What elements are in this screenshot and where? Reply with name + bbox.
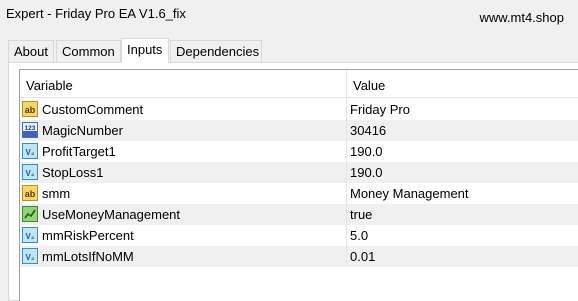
title-bar: Expert - Friday Pro EA V1.6_fix www.mt4.… bbox=[0, 0, 578, 34]
variable-cell[interactable]: 123 MagicNumber bbox=[20, 120, 347, 141]
table-row[interactable]: 123 MagicNumber 30416 bbox=[20, 120, 578, 141]
table-row[interactable]: V₂ StopLoss1 190.0 bbox=[20, 162, 578, 183]
tab-inputs[interactable]: Inputs bbox=[121, 38, 169, 63]
value-cell[interactable]: 0.01 bbox=[347, 246, 578, 267]
column-header-variable[interactable]: Variable bbox=[20, 70, 347, 98]
svg-text:123: 123 bbox=[25, 125, 36, 132]
table-row[interactable]: ab CustomComment Friday Pro bbox=[20, 99, 578, 120]
variable-name: mmLotsIfNoMM bbox=[42, 249, 134, 264]
variable-name: CustomComment bbox=[42, 102, 144, 117]
variable-name: mmRiskPercent bbox=[42, 228, 134, 243]
svg-text:ab: ab bbox=[25, 189, 36, 199]
value-cell[interactable]: 5.0 bbox=[347, 225, 578, 246]
variable-cell[interactable]: ab smm bbox=[20, 183, 347, 204]
tab-strip: About Common Inputs Dependencies bbox=[0, 38, 578, 63]
window-title: Expert - Friday Pro EA V1.6_fix bbox=[6, 6, 186, 21]
table-row[interactable]: V₂ mmRiskPercent 5.0 bbox=[20, 225, 578, 246]
value-cell[interactable]: 30416 bbox=[347, 120, 578, 141]
value-cell[interactable]: Money Management bbox=[347, 183, 578, 204]
inputs-grid: Variable Value ab CustomComment Friday Pro… bbox=[19, 69, 578, 301]
integer-icon: 123 bbox=[22, 122, 38, 138]
double-icon: V₂ bbox=[22, 248, 38, 264]
variable-cell[interactable]: V₂ mmRiskPercent bbox=[20, 225, 347, 246]
variable-name: ProfitTarget1 bbox=[42, 144, 116, 159]
inputs-panel: Variable Value ab CustomComment Friday Pro… bbox=[8, 62, 578, 301]
variable-cell[interactable]: ab CustomComment bbox=[20, 99, 347, 120]
value-cell[interactable]: Friday Pro bbox=[347, 99, 578, 120]
watermark-text: www.mt4.shop bbox=[479, 10, 564, 25]
value-cell[interactable]: 190.0 bbox=[347, 162, 578, 183]
column-header-value[interactable]: Value bbox=[347, 70, 578, 98]
grid-header: Variable Value bbox=[20, 70, 578, 98]
variable-name: MagicNumber bbox=[42, 123, 123, 138]
variable-name: UseMoneyManagement bbox=[42, 207, 181, 222]
variable-cell[interactable]: V₂ StopLoss1 bbox=[20, 162, 347, 183]
string-icon: ab bbox=[22, 101, 38, 117]
tab-common[interactable]: Common bbox=[56, 40, 121, 62]
table-row[interactable]: V₂ mmLotsIfNoMM 0.01 bbox=[20, 246, 578, 267]
value-cell[interactable]: 190.0 bbox=[347, 141, 578, 162]
table-row[interactable]: UseMoneyManagement true bbox=[20, 204, 578, 225]
variable-cell[interactable]: V₂ mmLotsIfNoMM bbox=[20, 246, 347, 267]
svg-text:V₂: V₂ bbox=[26, 148, 35, 157]
string-icon: ab bbox=[22, 185, 38, 201]
svg-text:V₂: V₂ bbox=[26, 169, 35, 178]
svg-text:ab: ab bbox=[25, 105, 36, 115]
double-icon: V₂ bbox=[22, 164, 38, 180]
bool-icon bbox=[22, 206, 38, 222]
table-row[interactable]: V₂ ProfitTarget1 190.0 bbox=[20, 141, 578, 162]
variable-name: StopLoss1 bbox=[42, 165, 104, 180]
table-row[interactable]: ab smm Money Management bbox=[20, 183, 578, 204]
tab-about[interactable]: About bbox=[8, 40, 54, 62]
variable-name: smm bbox=[42, 186, 71, 201]
value-cell[interactable]: true bbox=[347, 204, 578, 225]
variable-cell[interactable]: V₂ ProfitTarget1 bbox=[20, 141, 347, 162]
svg-text:V₂: V₂ bbox=[26, 253, 35, 262]
tab-dependencies[interactable]: Dependencies bbox=[170, 40, 262, 62]
variable-cell[interactable]: UseMoneyManagement bbox=[20, 204, 347, 225]
double-icon: V₂ bbox=[22, 143, 38, 159]
double-icon: V₂ bbox=[22, 227, 38, 243]
svg-text:V₂: V₂ bbox=[26, 232, 35, 241]
